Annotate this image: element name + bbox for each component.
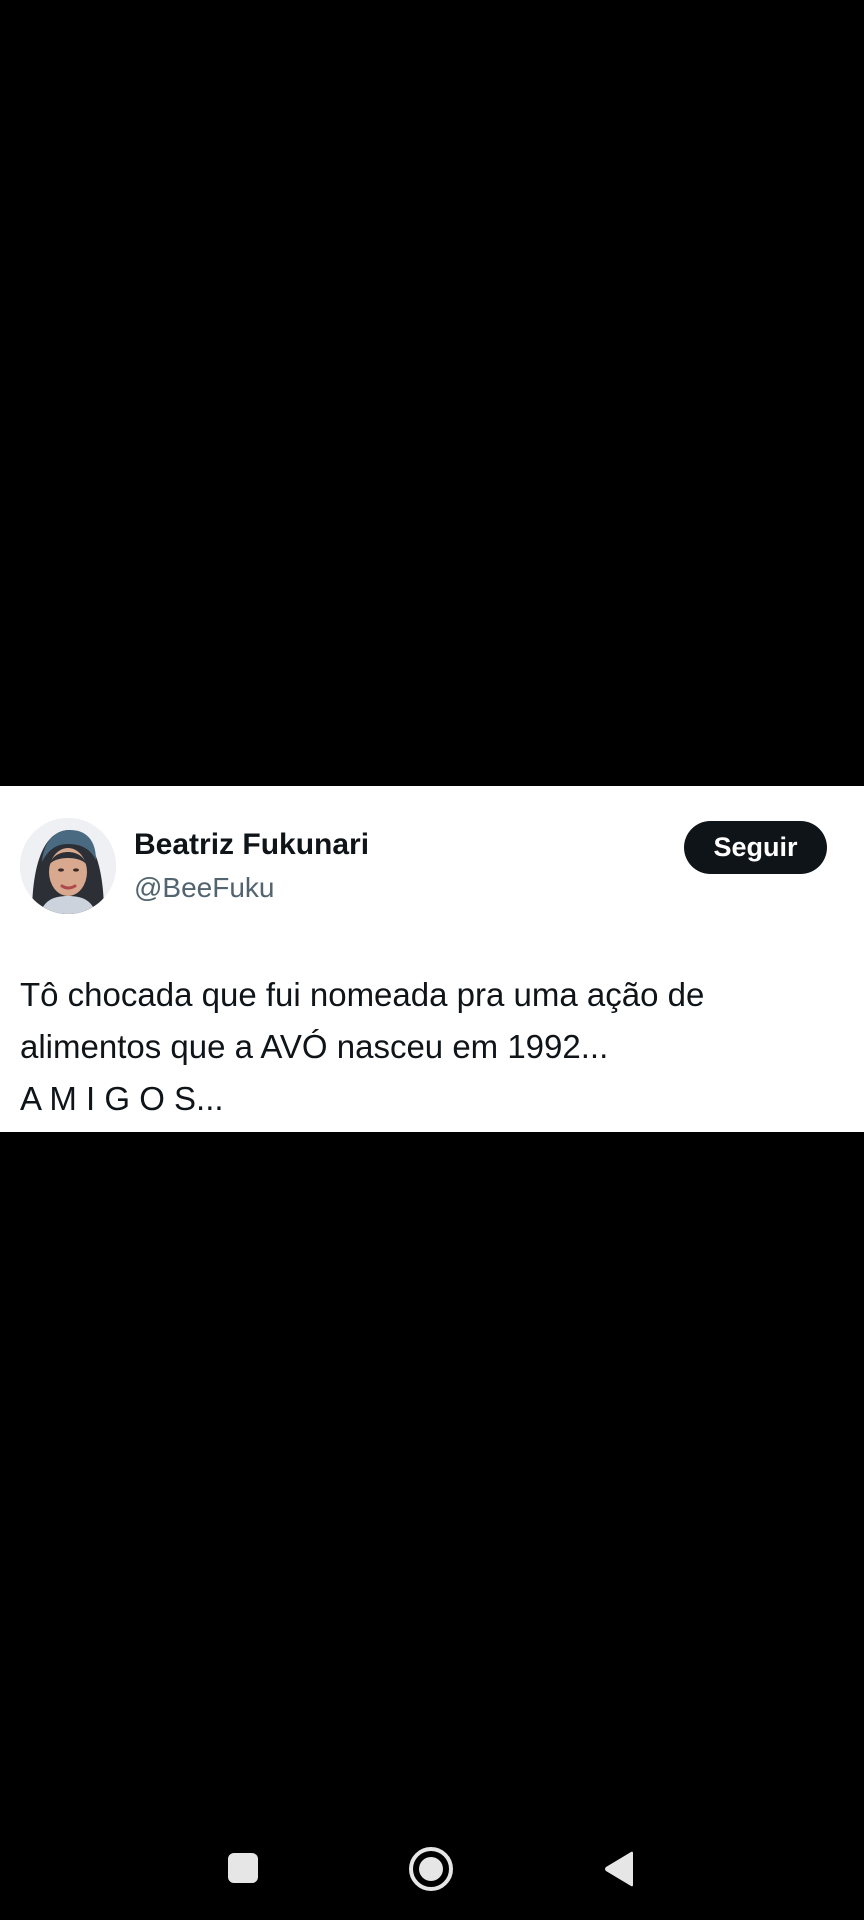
triangle-back-icon [605,1851,633,1887]
square-recents-icon [228,1853,258,1883]
recents-button[interactable] [227,1852,259,1884]
follow-button[interactable]: Seguir [684,821,827,874]
profile-photo-avatar-icon [20,818,116,914]
circle-home-icon [409,1847,453,1891]
tweet-text-line: A M I G O S... [20,1080,224,1117]
author-avatar[interactable] [20,818,116,914]
home-button[interactable] [408,1846,454,1892]
back-button[interactable] [602,1850,636,1888]
tweet-text-line: Tô chocada que fui nomeada pra uma ação … [20,976,705,1013]
tweet-text-line: alimentos que a AVÓ nasceu em 1992... [20,1028,609,1065]
author-handle[interactable]: @BeeFuku [134,870,275,906]
author-display-name[interactable]: Beatriz Fukunari [134,826,369,864]
tweet-text: Tô chocada que fui nomeada pra uma ação … [20,969,850,1125]
